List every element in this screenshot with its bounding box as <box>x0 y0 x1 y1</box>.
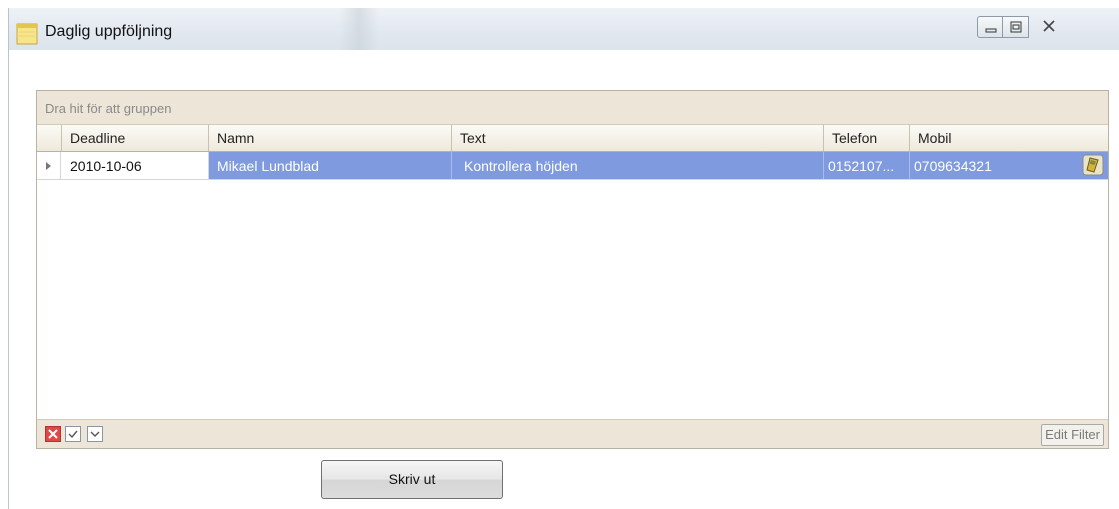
maximize-button[interactable] <box>1002 16 1029 38</box>
row-indicator[interactable] <box>37 152 61 179</box>
maximize-icon <box>1010 21 1022 33</box>
print-button[interactable]: Skriv ut <box>321 460 503 499</box>
cell-text[interactable]: Kontrollera höjden <box>452 152 824 179</box>
group-hint: Dra hit för att gruppen <box>45 101 172 116</box>
cell-mobil-text: 0709634321 <box>914 158 992 174</box>
minimize-icon <box>985 28 997 33</box>
app-window: Daglig uppföljning Dra hit för att grupp… <box>8 8 1119 509</box>
checkmark-icon <box>68 430 78 439</box>
column-header-namn[interactable]: Namn <box>209 125 452 151</box>
close-button[interactable] <box>1028 16 1071 38</box>
title-bar-highlight <box>339 8 379 50</box>
title-bar[interactable]: Daglig uppföljning <box>9 8 1119 50</box>
grid-header: Deadline Namn Text Telefon Mobil <box>37 125 1108 152</box>
column-header-text[interactable]: Text <box>452 125 824 151</box>
mobile-phone-icon[interactable] <box>1082 154 1104 176</box>
close-icon <box>48 429 58 439</box>
grid-filter-footer: Edit Filter <box>37 419 1108 448</box>
minimize-button[interactable] <box>977 16 1003 38</box>
column-header-deadline[interactable]: Deadline <box>62 125 209 151</box>
clear-filter-button[interactable] <box>45 426 61 442</box>
chevron-down-icon <box>90 431 100 437</box>
window-client-area: Dra hit för att gruppen Deadline Namn Te… <box>9 50 1119 509</box>
filter-dropdown-button[interactable] <box>87 426 103 442</box>
current-row-arrow-icon <box>46 162 51 170</box>
edit-filter-button[interactable]: Edit Filter <box>1041 424 1104 446</box>
group-by-area[interactable]: Dra hit för att gruppen <box>37 91 1108 125</box>
cell-telefon[interactable]: 0152107... <box>824 152 910 179</box>
column-header-telefon[interactable]: Telefon <box>824 125 910 151</box>
cell-mobil[interactable]: 0709634321 <box>910 152 1108 179</box>
app-icon <box>16 23 38 45</box>
cell-deadline[interactable]: 2010-10-06 <box>62 152 209 179</box>
table-row[interactable]: 2010-10-06 Mikael Lundblad Kontrollera h… <box>37 152 1108 180</box>
grid-panel: Dra hit för att gruppen Deadline Namn Te… <box>36 90 1109 449</box>
window-title: Daglig uppföljning <box>45 23 173 40</box>
cell-namn[interactable]: Mikael Lundblad <box>209 152 452 179</box>
close-icon <box>1043 20 1055 32</box>
row-indicator-header <box>37 125 62 151</box>
filter-enable-checkbox[interactable] <box>65 426 81 442</box>
column-header-mobil[interactable]: Mobil <box>910 125 1108 151</box>
